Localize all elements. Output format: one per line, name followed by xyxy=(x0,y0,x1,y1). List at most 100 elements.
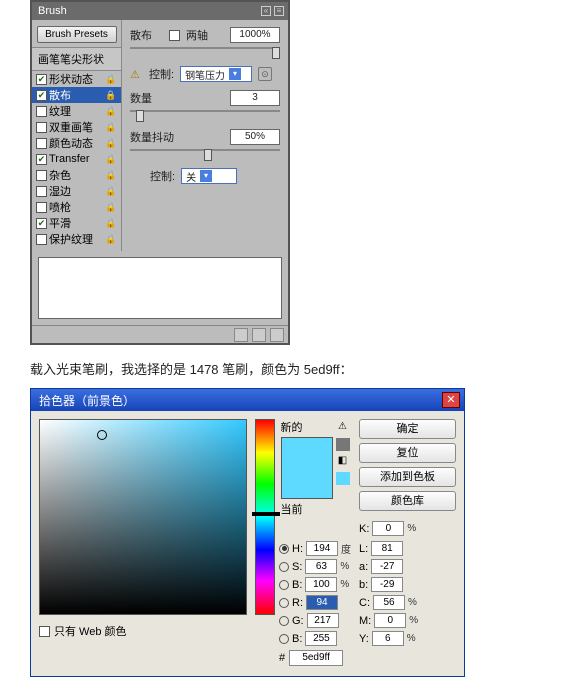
sidebar-item-shape-dynamics[interactable]: 形状动态🔒 xyxy=(32,71,121,87)
radio-G[interactable] xyxy=(279,616,289,626)
brush-tip-shape-header[interactable]: 画笔笔尖形状 xyxy=(32,47,121,71)
ok-button[interactable]: 确定 xyxy=(359,419,456,439)
value-K-input[interactable]: 0 xyxy=(372,521,404,536)
brush-footer xyxy=(32,325,288,343)
checkbox-dual-brush[interactable] xyxy=(36,122,47,133)
scatter-label: 散布 xyxy=(130,27,152,43)
lock-icon[interactable]: 🔒 xyxy=(105,217,117,229)
reset-button[interactable]: 复位 xyxy=(359,443,456,463)
value-Bb-input[interactable]: 255 xyxy=(305,631,337,646)
toggle-preview-icon[interactable] xyxy=(234,328,248,342)
value-S-input[interactable]: 63 xyxy=(305,559,337,574)
sidebar-item-label: 颜色动态 xyxy=(49,135,93,151)
label-K: K: xyxy=(359,523,369,535)
lock-icon[interactable]: 🔒 xyxy=(105,185,117,197)
sidebar-item-dual-brush[interactable]: 双重画笔🔒 xyxy=(32,119,121,135)
lock-icon[interactable]: 🔒 xyxy=(105,137,117,149)
chevron-down-icon: ▾ xyxy=(200,170,212,182)
checkbox-color-dynamics[interactable] xyxy=(36,138,47,149)
websafe-swatch[interactable] xyxy=(336,472,350,485)
sidebar-item-label: Transfer xyxy=(49,153,90,165)
brush-panel-header[interactable]: Brush « ≡ xyxy=(32,2,288,20)
sidebar-item-airbrush[interactable]: 喷枪 🔒 xyxy=(32,199,121,215)
unit-K: % xyxy=(407,523,416,534)
checkbox-wet-edges[interactable] xyxy=(36,186,47,197)
add-to-swatches-button[interactable]: 添加到色板 xyxy=(359,467,456,487)
sidebar-item-color-dynamics[interactable]: 颜色动态 🔒 xyxy=(32,135,121,151)
hue-slider[interactable] xyxy=(255,419,275,615)
radio-R[interactable] xyxy=(279,598,289,608)
lock-icon[interactable]: 🔒 xyxy=(105,73,117,85)
gamut-warning-icon[interactable]: ⚠ xyxy=(336,421,350,434)
checkbox-noise[interactable] xyxy=(36,170,47,181)
value-H-input[interactable]: 194 xyxy=(306,541,338,556)
scatter-value-input[interactable]: 1000% xyxy=(230,27,280,43)
checkbox-transfer[interactable] xyxy=(36,154,47,165)
brush-presets-button[interactable]: Brush Presets xyxy=(37,26,117,43)
brush-sidebar: Brush Presets 画笔笔尖形状 形状动态🔒散布🔒纹理🔒双重画笔🔒颜色动… xyxy=(32,20,122,251)
brush-panel: Brush « ≡ Brush Presets 画笔笔尖形状 形状动态🔒散布🔒纹… xyxy=(30,0,290,345)
checkbox-airbrush[interactable] xyxy=(36,202,47,213)
close-icon[interactable]: ✕ xyxy=(442,392,460,408)
sidebar-item-texture[interactable]: 纹理🔒 xyxy=(32,103,121,119)
lock-icon[interactable]: 🔒 xyxy=(105,121,117,133)
count-value-input[interactable]: 3 xyxy=(230,90,280,106)
sidebar-item-label: 喷枪 xyxy=(49,199,71,215)
web-only-label: 只有 Web 颜色 xyxy=(54,623,127,639)
control1-dropdown[interactable]: 钢笔压力 ▾ xyxy=(180,66,252,82)
value-B-input[interactable]: 100 xyxy=(305,577,337,592)
value-R-input[interactable]: 94 xyxy=(306,595,338,610)
sidebar-item-smoothing[interactable]: 平滑🔒 xyxy=(32,215,121,231)
pen-pressure-icon[interactable]: ⊙ xyxy=(258,67,272,81)
control2-dropdown[interactable]: 关 ▾ xyxy=(181,168,237,184)
lock-icon[interactable]: 🔒 xyxy=(105,233,117,245)
lock-icon[interactable]: 🔒 xyxy=(105,201,117,213)
trash-icon[interactable] xyxy=(270,328,284,342)
lock-icon[interactable]: 🔒 xyxy=(105,89,117,101)
hue-thumb-icon xyxy=(252,512,280,516)
chevron-down-icon: ▾ xyxy=(229,68,241,80)
unit-B: % xyxy=(340,579,349,590)
checkbox-smoothing[interactable] xyxy=(36,218,47,229)
sidebar-item-transfer[interactable]: Transfer 🔒 xyxy=(32,151,121,167)
lock-icon[interactable]: 🔒 xyxy=(105,153,117,165)
value-row-S: S:63% xyxy=(279,559,351,574)
current-color-label: 当前 xyxy=(281,501,333,517)
websafe-warning-icon[interactable]: ◧ xyxy=(336,455,350,468)
saturation-value-field[interactable] xyxy=(39,419,247,615)
radio-Bb[interactable] xyxy=(279,634,289,644)
jitter-slider[interactable] xyxy=(130,149,280,161)
new-color-swatch xyxy=(282,438,332,468)
gamut-swatch[interactable] xyxy=(336,438,350,451)
radio-H[interactable] xyxy=(279,544,289,554)
checkbox-scatter[interactable] xyxy=(36,90,47,101)
count-label: 数量 xyxy=(130,90,152,106)
checkbox-shape-dynamics[interactable] xyxy=(36,74,47,85)
menu-icon[interactable]: ≡ xyxy=(274,6,284,16)
lock-icon[interactable]: 🔒 xyxy=(105,169,117,181)
value-G-input[interactable]: 217 xyxy=(307,613,339,628)
new-brush-icon[interactable] xyxy=(252,328,266,342)
radio-B[interactable] xyxy=(279,580,289,590)
web-only-checkbox[interactable] xyxy=(39,626,50,637)
label-B: B: xyxy=(292,579,302,591)
sidebar-item-protect-texture[interactable]: 保护纹理🔒 xyxy=(32,231,121,247)
sidebar-item-scatter[interactable]: 散布🔒 xyxy=(32,87,121,103)
current-color-swatch[interactable] xyxy=(282,468,332,498)
lock-icon[interactable]: 🔒 xyxy=(105,105,117,117)
collapse-icon[interactable]: « xyxy=(261,6,271,16)
hex-input[interactable]: 5ed9ff xyxy=(289,650,343,666)
jitter-value-input[interactable]: 50% xyxy=(230,129,280,145)
label-G: G: xyxy=(292,615,304,627)
sv-cursor-icon xyxy=(97,430,107,440)
radio-S[interactable] xyxy=(279,562,289,572)
checkbox-texture[interactable] xyxy=(36,106,47,117)
count-slider[interactable] xyxy=(130,110,280,122)
both-axes-checkbox[interactable] xyxy=(169,30,180,41)
sidebar-item-wet-edges[interactable]: 湿边🔒 xyxy=(32,183,121,199)
color-picker-titlebar[interactable]: 拾色器（前景色） ✕ xyxy=(31,389,464,411)
sidebar-item-noise[interactable]: 杂色🔒 xyxy=(32,167,121,183)
scatter-slider[interactable] xyxy=(130,47,280,59)
color-libraries-button[interactable]: 颜色库 xyxy=(359,491,456,511)
checkbox-protect-texture[interactable] xyxy=(36,234,47,245)
